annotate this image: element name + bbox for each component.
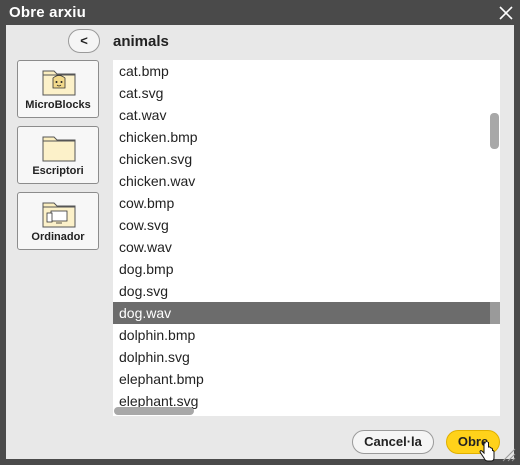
file-row[interactable]: cat.svg <box>113 82 500 104</box>
shortcut-label: MicroBlocks <box>25 99 91 111</box>
open-file-dialog: Obre arxiu < animals MicroBlocks Escript… <box>0 0 520 465</box>
file-name: cat.wav <box>119 107 167 123</box>
resize-grip-icon[interactable] <box>500 446 516 462</box>
file-name: dolphin.svg <box>119 349 190 365</box>
file-row[interactable]: chicken.bmp <box>113 126 500 148</box>
current-folder-name: animals <box>113 33 169 50</box>
file-row[interactable]: dolphin.svg <box>113 346 500 368</box>
file-list[interactable]: cat.bmp cat.svg cat.wav chicken.bmp chicken.… <box>113 60 500 416</box>
file-name: cow.bmp <box>119 195 175 211</box>
file-row[interactable]: cow.wav <box>113 236 500 258</box>
file-row[interactable]: cat.wav <box>113 104 500 126</box>
file-name: elephant.bmp <box>119 371 204 387</box>
horizontal-scrollbar-thumb[interactable] <box>114 407 194 415</box>
file-name: dog.bmp <box>119 261 174 277</box>
cancel-button[interactable]: Cancel·la <box>352 430 434 454</box>
microblocks-folder-icon <box>42 70 76 96</box>
shortcut-microblocks-button[interactable]: MicroBlocks <box>17 60 99 118</box>
shortcut-computer-button[interactable]: Ordinador <box>17 192 99 250</box>
file-name: cat.bmp <box>119 63 169 79</box>
back-button[interactable]: < <box>68 29 100 53</box>
file-name: dog.svg <box>119 283 169 299</box>
dialog-body: < animals MicroBlocks Escriptori Ordinad… <box>6 25 514 459</box>
file-name: cow.svg <box>119 217 169 233</box>
shortcut-label: Escriptori <box>32 165 84 177</box>
dialog-title: Obre arxiu <box>9 4 87 21</box>
file-name: chicken.svg <box>119 151 193 167</box>
file-name: dolphin.bmp <box>119 327 196 343</box>
file-name: cow.wav <box>119 239 172 255</box>
vertical-scrollbar-thumb[interactable] <box>490 113 499 149</box>
file-row[interactable]: cat.bmp <box>113 60 500 82</box>
selection-scroll-patch <box>490 302 500 324</box>
file-name: cat.svg <box>119 85 164 101</box>
file-row[interactable]: cow.svg <box>113 214 500 236</box>
file-row[interactable]: cow.bmp <box>113 192 500 214</box>
file-row[interactable]: chicken.svg <box>113 148 500 170</box>
computer-folder-icon <box>42 202 76 228</box>
title-bar[interactable]: Obre arxiu <box>0 0 520 26</box>
file-name: dog.wav <box>119 305 172 321</box>
file-name: chicken.wav <box>119 173 196 189</box>
file-row[interactable]: dog.svg <box>113 280 500 302</box>
hand-cursor-icon <box>479 442 495 462</box>
file-row[interactable]: chicken.wav <box>113 170 500 192</box>
close-icon[interactable] <box>496 3 516 23</box>
file-row-selected[interactable]: dog.wav <box>113 302 500 324</box>
folder-icon <box>42 136 76 162</box>
file-row[interactable]: elephant.bmp <box>113 368 500 390</box>
shortcut-desktop-button[interactable]: Escriptori <box>17 126 99 184</box>
file-name: chicken.bmp <box>119 129 198 145</box>
file-row[interactable]: dolphin.bmp <box>113 324 500 346</box>
file-row[interactable]: dog.bmp <box>113 258 500 280</box>
shortcut-label: Ordinador <box>31 231 85 243</box>
